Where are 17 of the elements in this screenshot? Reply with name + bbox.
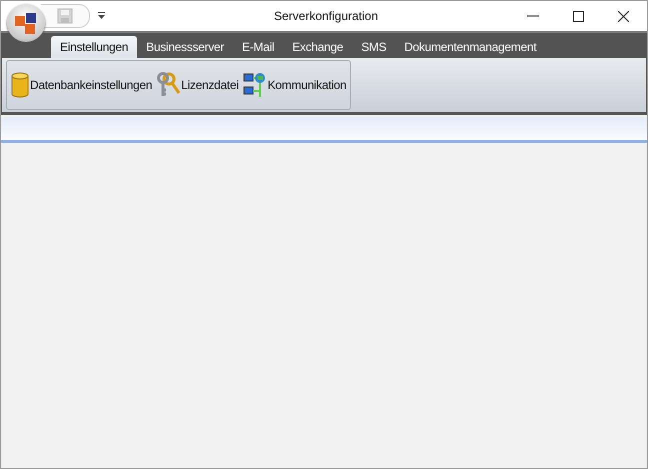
ribbon-button[interactable]: Lizenzdatei: [154, 72, 241, 98]
logo-icon: [13, 10, 39, 36]
close-icon[interactable]: [618, 10, 629, 22]
ribbon-tab[interactable]: E-Mail: [233, 36, 284, 58]
ribbon-tab[interactable]: Einstellungen: [51, 36, 138, 58]
ribbon-tab[interactable]: SMS: [352, 36, 396, 58]
window-title: Serverkonfiguration: [272, 9, 380, 23]
maximize-icon[interactable]: [573, 10, 584, 22]
ribbon-tab[interactable]: Businessserver: [137, 36, 233, 58]
keys-icon: [156, 72, 180, 98]
ribbon-button[interactable]: Datenbankeinstellungen: [9, 72, 154, 98]
database-icon: [11, 72, 29, 98]
network-icon: [242, 72, 267, 98]
customize-dropdown-icon[interactable]: [98, 12, 105, 20]
ribbon-tab[interactable]: Dokumentenmanagement: [395, 36, 546, 58]
ribbon-tab[interactable]: Exchange: [283, 36, 352, 58]
ribbon-button[interactable]: Kommunikation: [240, 72, 348, 98]
